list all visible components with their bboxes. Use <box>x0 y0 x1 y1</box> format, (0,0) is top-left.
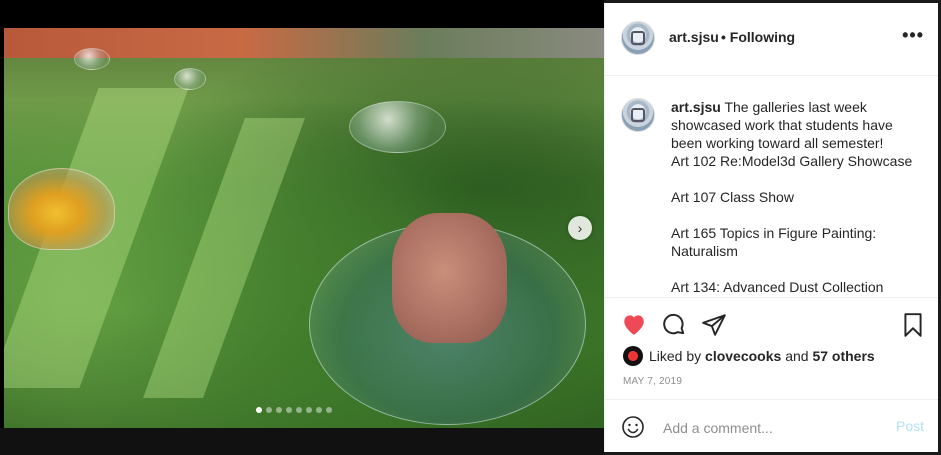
liked-by-user[interactable]: clovecooks <box>705 348 781 364</box>
more-options-icon[interactable]: ••• <box>902 25 924 46</box>
carousel-dot <box>266 407 272 413</box>
emoji-icon[interactable] <box>621 415 645 444</box>
carousel-dots <box>256 407 332 413</box>
post-date[interactable]: MAY 7, 2019 <box>623 376 682 387</box>
carousel-dot <box>326 407 332 413</box>
carousel-dot <box>316 407 322 413</box>
carousel-dot <box>286 407 292 413</box>
likes-others[interactable]: 57 others <box>812 348 874 364</box>
carousel-dot <box>256 407 262 413</box>
post-photo[interactable]: › <box>0 0 604 455</box>
glass-dome <box>174 68 206 90</box>
post-image[interactable] <box>4 28 604 428</box>
fruit-dome-sculpture <box>8 168 115 250</box>
account-avatar[interactable] <box>621 21 655 55</box>
light-streak <box>143 118 305 398</box>
comment-input[interactable] <box>661 417 885 439</box>
save-bookmark-icon[interactable] <box>901 312 925 343</box>
comments-area: art.sjsu The galleries last week showcas… <box>605 76 938 298</box>
share-icon[interactable] <box>701 312 727 343</box>
account-username[interactable]: art.sjsu <box>669 29 719 45</box>
next-slide-button[interactable]: › <box>568 216 592 240</box>
photo-bottom-strip <box>0 428 604 455</box>
post-actions: Liked by clovecooks and 57 others MAY 7,… <box>605 297 938 408</box>
post-caption: art.sjsu The galleries last week showcas… <box>671 98 926 296</box>
carousel-dot <box>306 407 312 413</box>
liker-avatar[interactable] <box>623 346 643 366</box>
likes-summary: Liked by clovecooks and 57 others <box>623 346 875 366</box>
caption-username[interactable]: art.sjsu <box>671 99 721 115</box>
likes-prefix: Liked by <box>649 348 702 364</box>
caption-text: The galleries last week showcased work t… <box>671 99 913 295</box>
comment-icon[interactable] <box>661 312 687 343</box>
comment-bar: Post <box>605 399 938 453</box>
carousel-dot <box>296 407 302 413</box>
likes-middle: and <box>785 348 809 364</box>
caption-avatar[interactable] <box>621 98 655 132</box>
post-header: art.sjsu • Following ••• <box>605 3 938 76</box>
carousel-dot <box>276 407 282 413</box>
post-side-panel: art.sjsu • Following ••• art.sjsu The ga… <box>604 3 938 452</box>
post-comment-button[interactable]: Post <box>896 418 924 434</box>
glass-dome <box>349 101 446 153</box>
hand-sculpture <box>392 213 507 343</box>
heart-icon[interactable] <box>621 312 647 341</box>
following-status[interactable]: • Following <box>721 29 795 45</box>
glass-dome <box>74 48 110 70</box>
chevron-right-icon: › <box>577 220 583 236</box>
